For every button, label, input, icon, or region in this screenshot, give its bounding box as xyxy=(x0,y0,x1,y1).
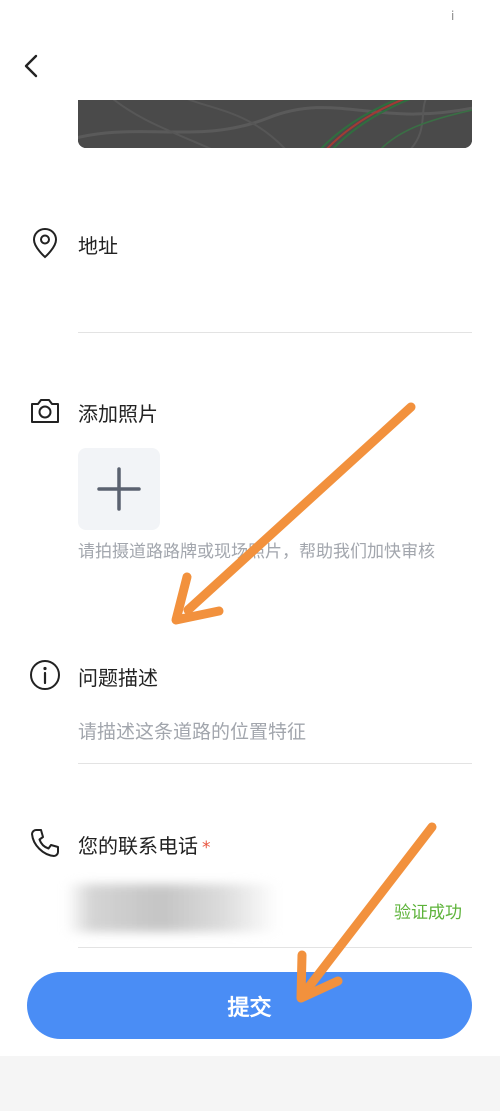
address-field[interactable] xyxy=(78,270,472,320)
camera-icon xyxy=(28,394,62,428)
phone-icon xyxy=(28,826,62,860)
plus-icon xyxy=(97,467,141,511)
bottom-bar xyxy=(0,1056,500,1111)
description-input[interactable]: 请描述这条道路的位置特征 xyxy=(78,712,472,752)
submit-button[interactable]: 提交 xyxy=(27,972,472,1039)
add-photo-button[interactable] xyxy=(78,448,160,530)
verify-status: 验证成功 xyxy=(394,903,462,923)
map-preview[interactable] xyxy=(78,100,472,148)
required-mark: * xyxy=(202,838,211,858)
add-photo-label: 添加照片 xyxy=(78,402,158,426)
chevron-left-icon xyxy=(24,54,38,78)
contact-label-text: 您的联系电话 xyxy=(78,834,198,858)
address-label: 地址 xyxy=(78,234,118,258)
divider xyxy=(78,763,472,764)
annotation-arrow xyxy=(171,402,416,625)
description-label: 问题描述 xyxy=(78,666,158,690)
contact-label: 您的联系电话 * xyxy=(78,830,211,859)
info-icon xyxy=(28,658,62,692)
photo-hint-text: 请拍摄道路路牌或现场照片，帮助我们加快审核 xyxy=(78,542,435,562)
status-indicator: ⅰ xyxy=(451,9,455,23)
phone-number-field[interactable] xyxy=(66,884,278,932)
back-button[interactable] xyxy=(16,50,48,82)
location-pin-icon xyxy=(28,226,62,260)
report-road-page: ⅰ 地址 添加照片 请拍摄道路路牌或现场照片，帮助我们加快审核 问题描述 请描述… xyxy=(0,0,500,1111)
divider xyxy=(78,947,472,948)
divider xyxy=(78,332,472,333)
